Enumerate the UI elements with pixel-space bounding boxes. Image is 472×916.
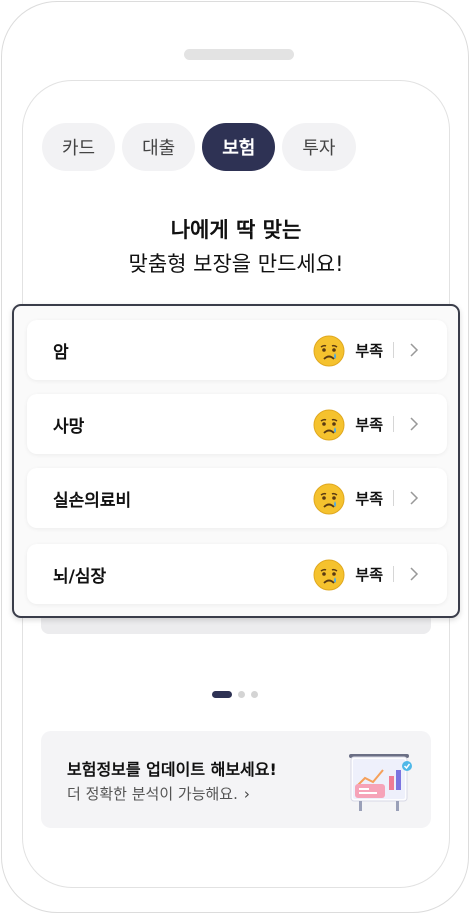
coverage-label: 뇌/심장 (53, 566, 107, 587)
coverage-list: 암 부족 사망 부족 실손의료비 부족 뇌/심장 부족 (12, 304, 460, 618)
tab-insurance[interactable]: 보험 (202, 123, 276, 171)
coverage-status: 부족 (355, 565, 383, 584)
row-divider (393, 566, 394, 582)
coverage-status: 부족 (355, 415, 383, 434)
phone-speaker (184, 49, 294, 60)
row-divider (393, 416, 394, 432)
carousel-pagination (212, 691, 258, 698)
banner-subtitle-text: 더 정확한 분석이 가능해요. (67, 785, 238, 803)
tab-investment[interactable]: 투자 (282, 123, 356, 171)
coverage-status: 부족 (355, 341, 383, 360)
banner-subtitle: 더 정확한 분석이 가능해요. › (67, 783, 250, 804)
row-divider (393, 342, 394, 358)
banner-title: 보험정보를 업데이트 해보세요! (67, 760, 277, 779)
page-heading: 나에게 딱 맞는 맞춤형 보장을 만드세요! (23, 215, 449, 281)
coverage-row-brain-heart[interactable]: 뇌/심장 부족 (27, 544, 447, 604)
crying-face-icon (313, 483, 345, 515)
coverage-status: 부족 (355, 489, 383, 508)
row-divider (393, 490, 394, 506)
tab-loan[interactable]: 대출 (122, 123, 196, 171)
coverage-label: 사망 (53, 416, 85, 437)
pagination-dot[interactable] (251, 691, 258, 698)
pagination-dot-active[interactable] (212, 691, 232, 698)
crying-face-icon (313, 335, 345, 367)
chevron-right-icon: › (243, 785, 250, 803)
heading-line-1: 나에게 딱 맞는 (170, 218, 302, 242)
crying-face-icon (313, 409, 345, 441)
chevron-right-icon (410, 343, 419, 357)
insurance-update-banner[interactable]: 보험정보를 업데이트 해보세요! 더 정확한 분석이 가능해요. › (41, 731, 431, 828)
coverage-label: 암 (53, 342, 69, 363)
pagination-dot[interactable] (238, 691, 245, 698)
tab-card[interactable]: 카드 (42, 123, 116, 171)
coverage-row-death[interactable]: 사망 부족 (27, 394, 447, 454)
coverage-row-cancer[interactable]: 암 부족 (27, 320, 447, 380)
heading-line-2: 맞춤형 보장을 만드세요! (128, 252, 344, 276)
chevron-right-icon (410, 417, 419, 431)
coverage-label: 실손의료비 (53, 490, 132, 511)
crying-face-icon (313, 559, 345, 591)
chart-presentation-icon (349, 754, 412, 811)
chevron-right-icon (410, 567, 419, 581)
coverage-row-medical[interactable]: 실손의료비 부족 (27, 468, 447, 528)
category-tabs: 카드 대출 보험 투자 (42, 123, 356, 171)
chevron-right-icon (410, 491, 419, 505)
